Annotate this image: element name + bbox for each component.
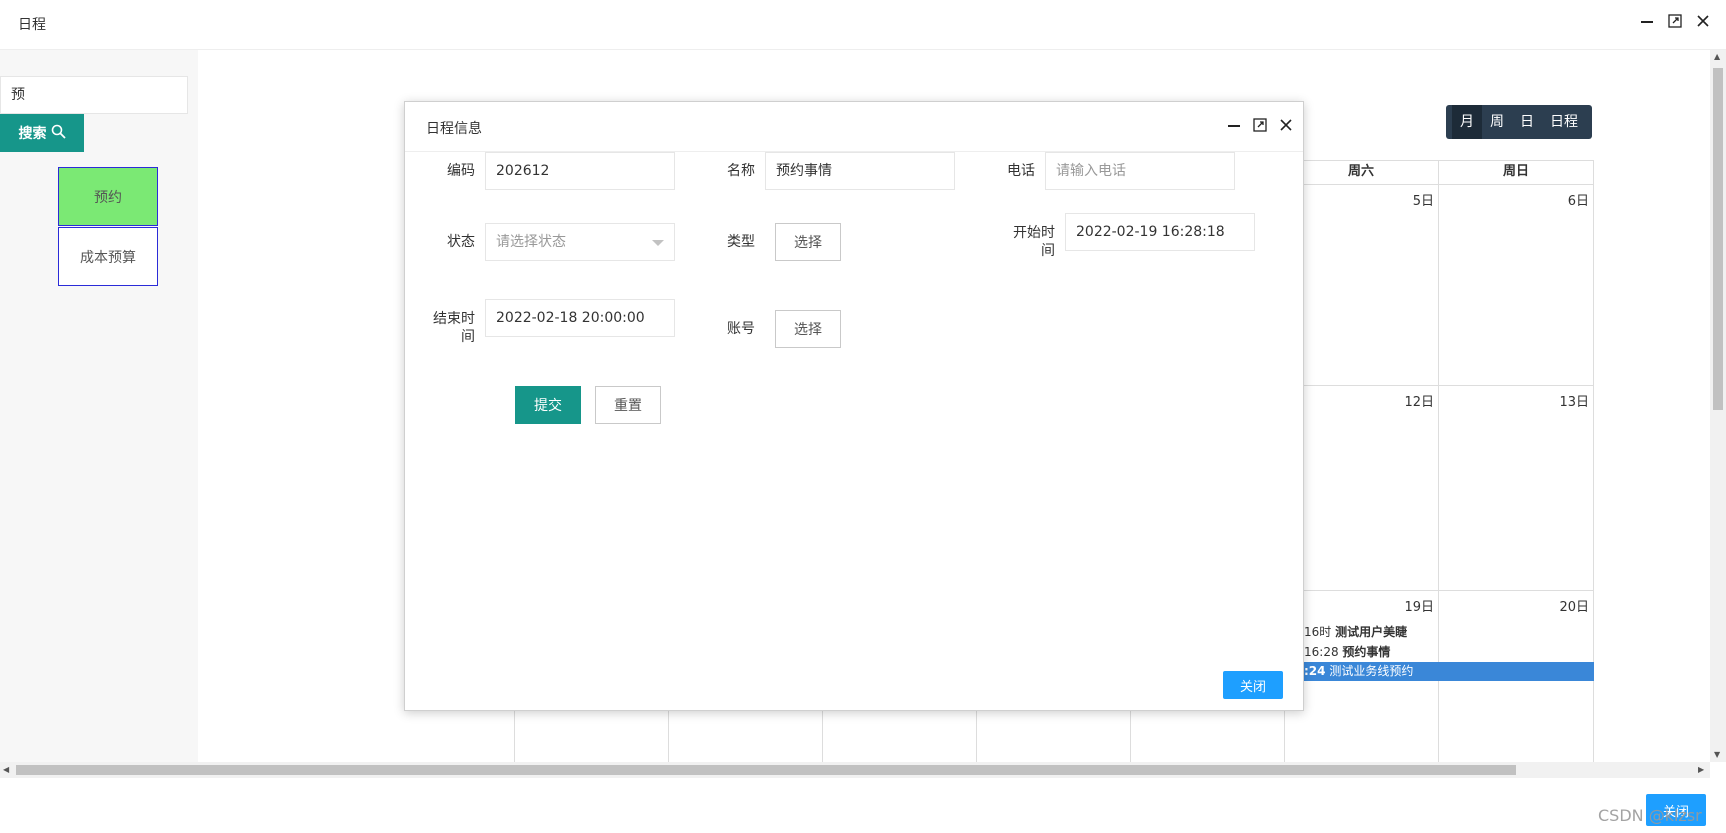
- event-time: :24: [1304, 664, 1326, 678]
- code-field[interactable]: 202612: [485, 152, 675, 190]
- scroll-down-icon[interactable]: ▼: [1714, 750, 1720, 759]
- schedule-dialog: 日程信息 编码 202612 名称 预约事情 电话 请输入电话 状态 请选择状态…: [404, 101, 1304, 711]
- maximize-icon[interactable]: [1666, 12, 1684, 30]
- name-field[interactable]: 预约事情: [765, 152, 955, 190]
- window-controls: [1638, 12, 1712, 30]
- view-agenda-button[interactable]: 日程: [1542, 105, 1586, 139]
- reset-button[interactable]: 重置: [595, 386, 661, 424]
- view-month-button[interactable]: 月: [1452, 105, 1482, 139]
- view-day-button[interactable]: 日: [1512, 105, 1542, 139]
- type-select-button[interactable]: 选择: [775, 223, 841, 261]
- event-title: 测试用户美睫: [1335, 625, 1408, 639]
- event-title: 预约事情: [1342, 645, 1391, 659]
- start-time-field[interactable]: 2022-02-19 16:28:18: [1065, 213, 1255, 251]
- category-item-cost-budget[interactable]: 成本预算: [58, 227, 158, 286]
- end-time-label: 结束时间: [433, 311, 475, 345]
- grid-line: [1284, 184, 1594, 185]
- minimize-icon[interactable]: [1225, 116, 1243, 134]
- scroll-left-icon[interactable]: ◀: [3, 765, 9, 774]
- scroll-up-icon[interactable]: ▲: [1714, 52, 1720, 61]
- calendar-event[interactable]: 16时 测试用户美睫: [1304, 623, 1407, 640]
- phone-label: 电话: [1007, 163, 1035, 179]
- watermark: CSDN @klzsr: [1598, 806, 1702, 825]
- window-title: 日程: [18, 17, 46, 33]
- type-label: 类型: [727, 234, 755, 250]
- grid-line: [1284, 590, 1594, 591]
- minimize-icon[interactable]: [1638, 12, 1656, 30]
- horizontal-scrollbar-thumb[interactable]: [16, 765, 1516, 775]
- vertical-scrollbar-thumb[interactable]: [1713, 68, 1723, 410]
- grid-line: [1284, 385, 1594, 386]
- account-select-button[interactable]: 选择: [775, 310, 841, 348]
- close-icon[interactable]: [1277, 116, 1295, 134]
- calendar-event[interactable]: 16:28 预约事情: [1304, 643, 1390, 660]
- end-time-field[interactable]: 2022-02-18 20:00:00: [485, 299, 675, 337]
- code-label: 编码: [447, 163, 475, 179]
- dialog-close-button[interactable]: 关闭: [1223, 671, 1283, 699]
- scroll-right-icon[interactable]: ▶: [1698, 765, 1704, 774]
- weekday-header-sat: 周六: [1347, 164, 1374, 179]
- sidebar: 预 搜索 预约 成本预算: [0, 50, 198, 762]
- day-cell-number[interactable]: 13日: [1503, 391, 1589, 410]
- day-cell-number[interactable]: 5日: [1348, 190, 1434, 209]
- status-select-placeholder: 请选择状态: [496, 234, 566, 250]
- calendar-event-bar[interactable]: :24 测试业务线预约: [1300, 662, 1594, 681]
- account-label: 账号: [727, 321, 755, 337]
- vertical-scrollbar[interactable]: ▲ ▼: [1710, 50, 1726, 762]
- chevron-down-icon: [652, 240, 664, 246]
- dialog-title: 日程信息: [426, 121, 482, 137]
- event-time: 16时: [1304, 625, 1332, 639]
- window-header: 日程: [0, 0, 1726, 50]
- view-week-button[interactable]: 周: [1482, 105, 1512, 139]
- name-label: 名称: [727, 163, 755, 179]
- dialog-header: 日程信息: [405, 102, 1303, 152]
- event-title: 测试业务线预约: [1329, 664, 1414, 678]
- weekday-header-sun: 周日: [1502, 164, 1529, 179]
- search-icon: [51, 124, 66, 143]
- category-item-appointment[interactable]: 预约: [58, 167, 158, 226]
- day-cell-number[interactable]: 19日: [1348, 596, 1434, 615]
- status-select[interactable]: 请选择状态: [485, 223, 675, 261]
- event-time: 16:28: [1304, 645, 1339, 659]
- phone-field[interactable]: 请输入电话: [1045, 152, 1235, 190]
- search-input[interactable]: 预: [0, 76, 188, 114]
- search-button[interactable]: 搜索: [0, 114, 84, 152]
- start-time-label: 开始时间: [1013, 225, 1055, 259]
- horizontal-scrollbar[interactable]: ◀ ▶: [0, 762, 1710, 778]
- view-switch: 月 周 日 日程: [1446, 105, 1592, 139]
- submit-button[interactable]: 提交: [515, 386, 581, 424]
- dialog-controls: [1225, 116, 1295, 134]
- search-button-label: 搜索: [18, 126, 47, 142]
- status-label: 状态: [447, 234, 475, 250]
- day-cell-number[interactable]: 12日: [1348, 391, 1434, 410]
- close-icon[interactable]: [1694, 12, 1712, 30]
- day-cell-number[interactable]: 20日: [1503, 596, 1589, 615]
- maximize-icon[interactable]: [1251, 116, 1269, 134]
- day-cell-number[interactable]: 6日: [1503, 190, 1589, 209]
